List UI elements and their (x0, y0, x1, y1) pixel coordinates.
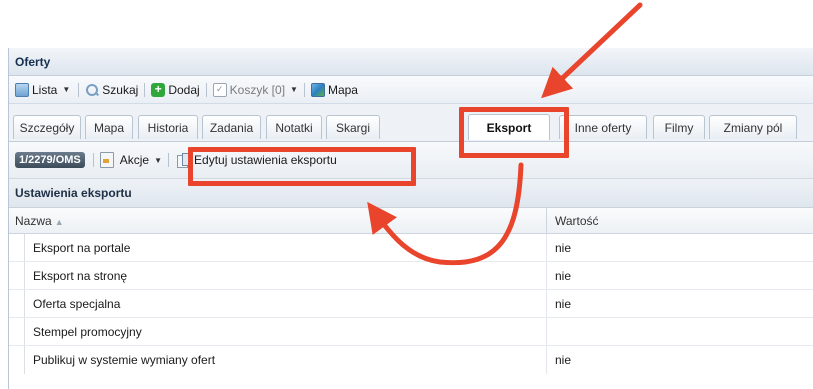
arrow-to-edit-button (367, 162, 524, 266)
annotation-arrows (367, 2, 643, 266)
arrow-to-eksport-tab (541, 2, 643, 99)
